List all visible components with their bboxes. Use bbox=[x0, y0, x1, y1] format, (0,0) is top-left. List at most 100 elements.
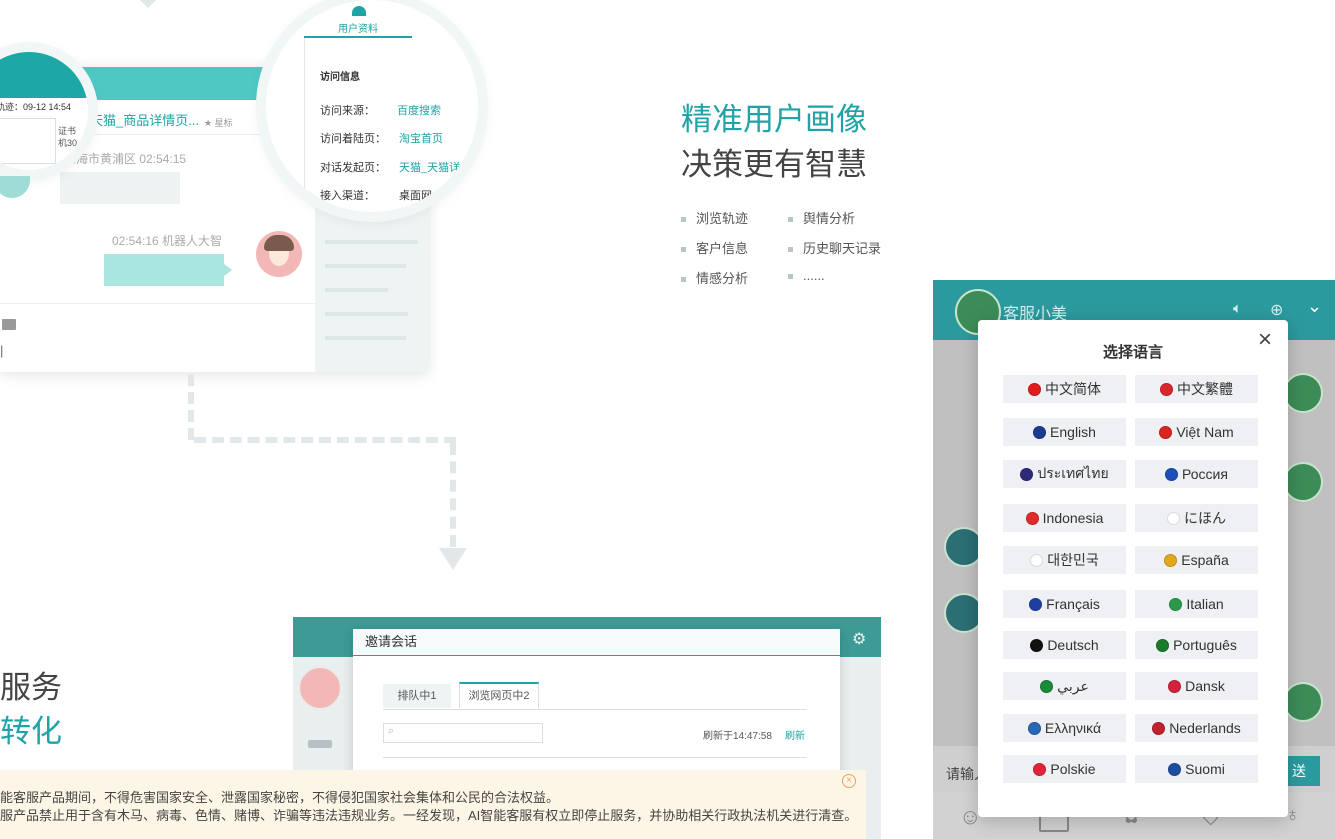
chat-location-time: 上海市黄浦区 02:54:15 bbox=[64, 152, 187, 166]
robot-bubble bbox=[104, 254, 224, 286]
search-icon: ⌕ bbox=[388, 725, 395, 737]
language-option[interactable]: Dansk bbox=[1135, 672, 1258, 700]
language-label: España bbox=[1181, 552, 1229, 568]
language-option[interactable]: ประเทศไทย bbox=[1003, 460, 1126, 488]
input-caret: | bbox=[0, 343, 4, 358]
language-modal: 选择语言 × 中文简体 中文繁體 English Việt Nam ประเทศไทย Р… bbox=[978, 320, 1288, 817]
language-option[interactable]: Nederlands bbox=[1135, 714, 1258, 742]
speaker-icon[interactable]: 🔈︎ bbox=[1233, 300, 1242, 317]
language-option[interactable]: English bbox=[1003, 418, 1126, 446]
feature-item: 情感分析 bbox=[681, 268, 748, 287]
flag-icon bbox=[1033, 762, 1047, 776]
language-option[interactable]: にほん bbox=[1135, 504, 1258, 532]
invite-dialog-title: 邀请会话 bbox=[353, 629, 840, 656]
language-option[interactable]: 中文繁體 bbox=[1135, 375, 1258, 403]
flag-icon bbox=[1030, 553, 1044, 567]
language-option[interactable]: Deutsch bbox=[1003, 631, 1126, 659]
language-option[interactable]: Ελληνικά bbox=[1003, 714, 1126, 742]
close-notice-icon[interactable]: × bbox=[842, 774, 856, 788]
language-label: にほん bbox=[1184, 510, 1226, 526]
invite-side-bar bbox=[308, 740, 332, 748]
language-option[interactable]: 대한민국 bbox=[1003, 546, 1126, 574]
modal-title: 选择语言 bbox=[1102, 344, 1163, 361]
invite-search-input[interactable]: ⌕ bbox=[383, 723, 543, 743]
language-option[interactable]: Indonesia bbox=[1003, 504, 1126, 532]
language-label: Italian bbox=[1186, 596, 1224, 612]
language-label: Polskie bbox=[1050, 761, 1096, 777]
language-label: 대한민국 bbox=[1047, 552, 1099, 568]
language-label: Suomi bbox=[1185, 761, 1225, 777]
flag-icon bbox=[1169, 597, 1183, 611]
profile-label-start: 对话发起页： bbox=[320, 162, 386, 174]
language-option[interactable]: Россия bbox=[1135, 460, 1258, 488]
language-option[interactable]: عربي bbox=[1003, 672, 1126, 700]
compliance-notice: 能客服产品期间，不得危害国家安全、泄露国家秘密，不得侵犯国家社会集体和公民的合法… bbox=[0, 770, 866, 839]
notice-line-1: 能客服产品期间，不得危害国家安全、泄露国家秘密，不得侵犯国家社会集体和公民的合法… bbox=[0, 790, 560, 805]
language-option[interactable]: Suomi bbox=[1135, 755, 1258, 783]
profile-ring: 用户资料 访问信息 访问来源： 百度搜索 访问着陆页： 淘宝首页 对话发起页： … bbox=[266, 0, 478, 212]
connector-horizontal bbox=[194, 437, 456, 443]
profile-value-source: 百度搜索 bbox=[397, 105, 441, 117]
profile-label-landing: 访问着陆页： bbox=[320, 133, 386, 145]
user-icon bbox=[352, 6, 366, 16]
arrow-tip-top bbox=[140, 0, 156, 8]
profile-value-start: 天猫_天猫详 bbox=[399, 162, 461, 174]
language-option[interactable]: Việt Nam bbox=[1135, 418, 1258, 446]
flag-icon bbox=[1168, 762, 1182, 776]
profile-value-channel: 桌面网 bbox=[399, 190, 432, 202]
agent-message-avatar bbox=[1283, 462, 1323, 502]
feature-item: 历史聊天记录 bbox=[788, 238, 881, 257]
robot-bubble-tail bbox=[224, 264, 232, 276]
language-option[interactable]: Português bbox=[1135, 631, 1258, 659]
tab-queue[interactable]: 排队中1 bbox=[383, 684, 451, 708]
divider bbox=[0, 303, 315, 304]
flag-icon bbox=[1168, 679, 1182, 693]
language-label: Nederlands bbox=[1169, 720, 1241, 736]
flag-icon bbox=[1160, 382, 1173, 396]
star-label: ★ 星标 bbox=[204, 118, 233, 128]
second-feature-line2: 转化 bbox=[0, 714, 62, 749]
refresh-button[interactable]: 刷新 bbox=[785, 727, 805, 742]
profile-label-source: 访问来源： bbox=[320, 105, 375, 117]
gear-icon[interactable]: ⚙ bbox=[852, 629, 866, 649]
flag-icon bbox=[1159, 425, 1173, 439]
flag-icon bbox=[1027, 721, 1041, 735]
language-option[interactable]: Polskie bbox=[1003, 755, 1126, 783]
agent-message-avatar bbox=[1283, 682, 1323, 722]
tab-browsing[interactable]: 浏览网页中2 bbox=[459, 682, 539, 708]
language-option[interactable]: Italian bbox=[1135, 590, 1258, 618]
language-label: 中文繁體 bbox=[1177, 381, 1233, 397]
close-icon[interactable]: × bbox=[1258, 326, 1272, 354]
language-option[interactable]: España bbox=[1135, 546, 1258, 574]
connector-vertical-2 bbox=[450, 443, 456, 547]
feature-item: 客户信息 bbox=[681, 238, 748, 257]
track-label: 轨迹：09-12 14:54 bbox=[0, 102, 72, 112]
flag-icon bbox=[1030, 638, 1044, 652]
feature-item: 舆情分析 bbox=[788, 208, 855, 227]
second-feature-line1: 服务 bbox=[0, 670, 62, 705]
profile-label-channel: 接入渠道： bbox=[320, 190, 375, 202]
language-label: Россия bbox=[1182, 466, 1228, 482]
robot-avatar bbox=[256, 231, 302, 277]
connector-arrow bbox=[439, 548, 467, 570]
flag-icon bbox=[1167, 511, 1180, 525]
profile-tab: 用户资料 bbox=[338, 24, 378, 35]
language-label: Dansk bbox=[1185, 678, 1225, 694]
notice-line-2: 服产品禁止用于含有木马、病毒、色情、赌博、诈骗等违法违规业务。一经发现，AI智能… bbox=[0, 808, 858, 823]
feature-item: 浏览轨迹 bbox=[681, 208, 748, 227]
flag-icon bbox=[1165, 467, 1179, 481]
flag-icon bbox=[1152, 721, 1166, 735]
globe-icon[interactable]: ⊕ bbox=[1270, 300, 1283, 320]
language-label: Português bbox=[1173, 637, 1237, 653]
chevron-down-icon[interactable]: ⌄ bbox=[1307, 296, 1322, 317]
side-text-2: 机30 bbox=[58, 138, 78, 148]
language-option[interactable]: 中文简体 bbox=[1003, 375, 1126, 403]
feature-list: 浏览轨迹 舆情分析 客户信息 历史聊天记录 情感分析 ...... bbox=[681, 206, 941, 296]
language-label: Ελληνικά bbox=[1044, 720, 1102, 736]
language-option[interactable]: Français bbox=[1003, 590, 1126, 618]
connector-vertical-1 bbox=[188, 374, 194, 440]
robot-line: 02:54:16 机器人大智 bbox=[112, 234, 223, 248]
feature-title-2: 决策更有智慧 bbox=[681, 147, 867, 182]
flag-icon bbox=[1156, 638, 1170, 652]
flag-icon bbox=[1040, 679, 1054, 693]
